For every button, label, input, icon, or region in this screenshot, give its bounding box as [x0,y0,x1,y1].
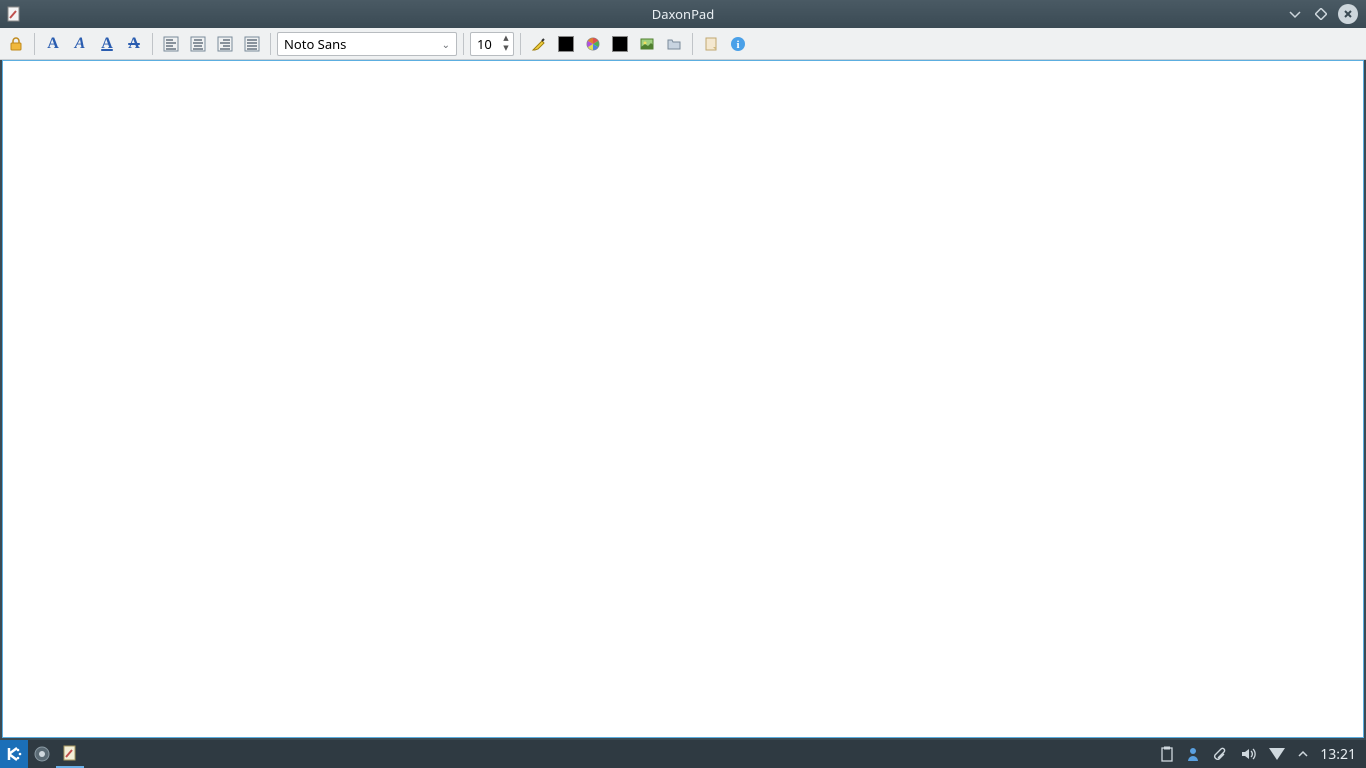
taskbar-clock[interactable]: 13:21 [1320,745,1356,764]
align-center-icon [190,36,206,52]
lock-icon [8,36,24,52]
info-icon: i [730,36,746,52]
font-size-value: 10 [477,35,492,53]
taskbar-browser-button[interactable] [28,740,56,768]
separator [34,33,35,55]
tray-user-button[interactable] [1186,746,1200,762]
folder-icon [666,36,682,52]
tray-expand-button[interactable] [1298,749,1308,759]
align-left-button[interactable] [159,32,183,56]
volume-icon [1240,746,1256,762]
note-button[interactable] [699,32,723,56]
background-color-button[interactable] [608,32,632,56]
user-icon [1186,746,1200,762]
window-titlebar: DaxonPad [0,0,1366,28]
font-size-down-button[interactable]: ▼ [500,44,512,54]
tray-attachment-button[interactable] [1212,746,1228,762]
info-button[interactable]: i [726,32,750,56]
tray-volume-button[interactable] [1240,746,1256,762]
app-icon [4,4,24,24]
font-size-up-button[interactable]: ▲ [500,34,512,44]
text-color-swatch [558,36,574,52]
align-right-button[interactable] [213,32,237,56]
window-maximize-button[interactable] [1312,5,1330,23]
font-size-spinner[interactable]: 10 ▲ ▼ [470,32,514,56]
bold-button[interactable]: A [41,32,65,56]
open-folder-button[interactable] [662,32,686,56]
separator [520,33,521,55]
separator [692,33,693,55]
window-title: DaxonPad [0,5,1366,23]
kde-logo-icon [5,745,23,763]
chevron-down-icon: ⌄ [442,37,450,51]
underline-button[interactable]: A [95,32,119,56]
system-taskbar: 13:21 [0,740,1366,768]
font-family-select[interactable]: Noto Sans ⌄ [277,32,457,56]
italic-icon: A [75,36,86,52]
text-color-button[interactable] [554,32,578,56]
application-launcher-button[interactable] [0,740,28,768]
editor-app-icon [61,744,79,762]
align-justify-icon [244,36,260,52]
separator [463,33,464,55]
align-left-icon [163,36,179,52]
insert-image-button[interactable] [635,32,659,56]
align-right-icon [217,36,233,52]
align-justify-button[interactable] [240,32,264,56]
tray-clipboard-button[interactable] [1160,746,1174,762]
window-minimize-button[interactable] [1286,5,1304,23]
strikethrough-button[interactable]: A [122,32,146,56]
highlighter-icon [531,36,547,52]
color-wheel-icon [585,36,601,52]
background-color-swatch [612,36,628,52]
highlighter-button[interactable] [527,32,551,56]
browser-icon [33,745,51,763]
align-center-button[interactable] [186,32,210,56]
window-close-button[interactable] [1338,4,1358,24]
font-family-value: Noto Sans [284,35,346,53]
separator [152,33,153,55]
text-editor-area[interactable] [2,60,1364,738]
underline-icon: A [101,36,113,52]
lock-button[interactable] [4,32,28,56]
clipboard-icon [1160,746,1174,762]
wifi-icon [1268,747,1286,761]
paperclip-icon [1212,746,1228,762]
tray-network-button[interactable] [1268,747,1286,761]
image-icon [639,36,655,52]
strikethrough-icon: A [128,36,140,52]
separator [270,33,271,55]
italic-button[interactable]: A [68,32,92,56]
toolbar: A A A A Noto Sans ⌄ 10 ▲ ▼ [0,28,1366,60]
taskbar-daxonpad-button[interactable] [56,740,84,768]
bold-icon: A [47,36,59,52]
color-picker-button[interactable] [581,32,605,56]
chevron-up-icon [1298,749,1308,759]
svg-text:i: i [736,39,739,51]
note-icon [703,36,719,52]
